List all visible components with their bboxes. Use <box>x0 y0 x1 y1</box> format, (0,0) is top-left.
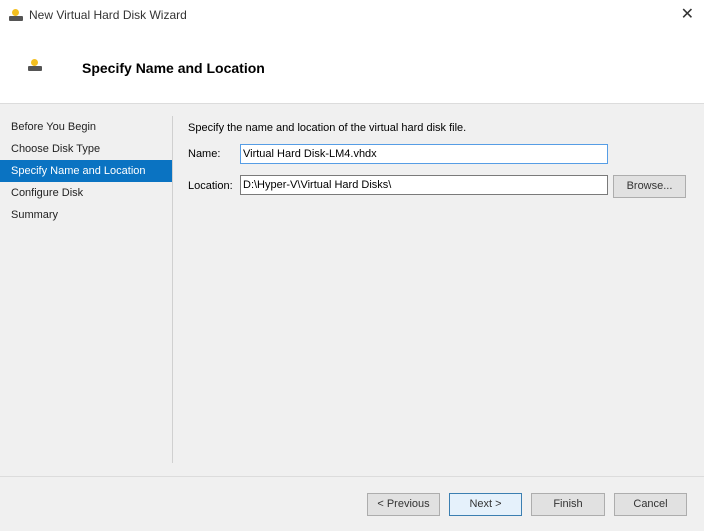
previous-button[interactable]: < Previous <box>367 493 440 516</box>
hard-disk-icon <box>28 59 42 71</box>
wizard-steps: Before You Begin Choose Disk Type Specif… <box>0 116 172 226</box>
name-label: Name: <box>188 148 221 160</box>
instructions: Specify the name and location of the vir… <box>188 122 467 134</box>
step-before-you-begin[interactable]: Before You Begin <box>0 116 172 138</box>
finish-button[interactable]: Finish <box>531 493 605 516</box>
hard-disk-icon <box>9 9 23 21</box>
cancel-button[interactable]: Cancel <box>614 493 687 516</box>
name-input[interactable] <box>240 144 608 164</box>
next-button[interactable]: Next > <box>449 493 522 516</box>
wizard-header: Specify Name and Location <box>0 32 704 104</box>
location-input[interactable] <box>240 175 608 195</box>
divider <box>172 116 173 463</box>
browse-button[interactable]: Browse... <box>613 175 686 198</box>
window-title: New Virtual Hard Disk Wizard <box>29 8 187 22</box>
divider <box>0 476 704 477</box>
location-label: Location: <box>188 180 233 192</box>
step-choose-disk-type[interactable]: Choose Disk Type <box>0 138 172 160</box>
step-specify-name-and-location[interactable]: Specify Name and Location <box>0 160 172 182</box>
close-icon[interactable]: ✕ <box>681 4 694 24</box>
step-summary[interactable]: Summary <box>0 204 172 226</box>
page-title: Specify Name and Location <box>82 60 265 76</box>
title-bar: New Virtual Hard Disk Wizard ✕ <box>0 0 704 32</box>
step-configure-disk[interactable]: Configure Disk <box>0 182 172 204</box>
